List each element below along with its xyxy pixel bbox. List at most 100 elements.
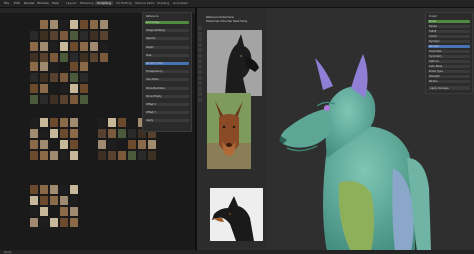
panel-row[interactable]: Brush Type bbox=[428, 70, 470, 73]
tool-shelf-icon[interactable] bbox=[198, 59, 202, 63]
reference-thumbnail[interactable] bbox=[50, 73, 58, 82]
tab-layout[interactable]: Layout bbox=[64, 1, 78, 5]
reference-thumbnail[interactable] bbox=[50, 151, 58, 160]
panel-row[interactable]: Symmetry bbox=[428, 55, 470, 58]
reference-thumbnail[interactable] bbox=[70, 84, 78, 93]
reference-thumbnail[interactable] bbox=[30, 31, 38, 40]
tool-shelf-icon[interactable] bbox=[198, 70, 202, 74]
tab-texture-paint[interactable]: Texture Paint bbox=[133, 1, 156, 5]
panel-row[interactable]: Falloff bbox=[428, 30, 470, 33]
reference-thumbnail[interactable] bbox=[30, 118, 38, 127]
reference-thumbnail[interactable] bbox=[108, 151, 116, 160]
reference-thumbnail[interactable] bbox=[70, 31, 78, 40]
reference-thumbnail[interactable] bbox=[40, 95, 48, 104]
tool-shelf-icon[interactable] bbox=[198, 42, 202, 47]
reference-thumbnail[interactable] bbox=[70, 196, 78, 205]
tab-sculpting[interactable]: Sculpting bbox=[95, 1, 114, 5]
tool-shelf-icon[interactable] bbox=[198, 26, 202, 30]
reference-thumbnail[interactable] bbox=[60, 129, 68, 138]
tool-shelf-icon[interactable] bbox=[198, 53, 202, 58]
panel-row[interactable]: Side bbox=[145, 53, 189, 57]
reference-thumbnail[interactable] bbox=[118, 129, 126, 138]
reference-photo-brown-dobermann[interactable] bbox=[207, 93, 251, 169]
reference-thumbnail[interactable] bbox=[70, 151, 78, 160]
tab-uv-editing[interactable]: UV Editing bbox=[114, 1, 134, 5]
reference-thumbnail[interactable] bbox=[40, 185, 48, 194]
reference-thumbnail[interactable] bbox=[60, 84, 68, 93]
reference-thumbnail[interactable] bbox=[60, 218, 68, 227]
reference-thumbnail[interactable] bbox=[40, 73, 48, 82]
reference-thumbnail[interactable] bbox=[60, 73, 68, 82]
reference-thumbnail[interactable] bbox=[40, 218, 48, 227]
reference-thumbnail[interactable] bbox=[50, 95, 58, 104]
reference-thumbnail[interactable] bbox=[50, 31, 58, 40]
panel-row[interactable]: Cursor bbox=[428, 35, 470, 38]
reference-thumbnail[interactable] bbox=[80, 84, 88, 93]
reference-thumbnail[interactable] bbox=[30, 185, 38, 194]
reference-thumbnail[interactable] bbox=[80, 31, 88, 40]
menu-file[interactable]: File bbox=[4, 1, 9, 5]
tool-shelf-icon[interactable] bbox=[198, 86, 202, 91]
reference-thumbnail[interactable] bbox=[50, 20, 58, 29]
reference-thumbnail[interactable] bbox=[148, 140, 156, 149]
reference-thumbnail[interactable] bbox=[60, 20, 68, 29]
reference-thumbnail[interactable] bbox=[50, 129, 58, 138]
reference-thumbnail[interactable] bbox=[60, 95, 68, 104]
tool-shelf-icon[interactable] bbox=[198, 64, 202, 69]
reference-thumbnail[interactable] bbox=[138, 151, 146, 160]
tab-modeling[interactable]: Modeling bbox=[78, 1, 96, 5]
reference-thumbnail[interactable] bbox=[50, 42, 58, 51]
tool-shelf-icon[interactable] bbox=[198, 37, 202, 41]
reference-thumbnail[interactable] bbox=[80, 62, 88, 71]
reference-thumbnail[interactable] bbox=[40, 53, 48, 62]
reference-thumbnail[interactable] bbox=[40, 62, 48, 71]
reference-thumbnail[interactable] bbox=[70, 20, 78, 29]
panel-row[interactable]: Options bbox=[428, 60, 470, 63]
panel-row[interactable]: Opacity bbox=[145, 37, 189, 41]
panel-row[interactable]: Apply bbox=[145, 119, 189, 123]
reference-thumbnail[interactable] bbox=[30, 151, 38, 160]
reference-thumbnail[interactable] bbox=[100, 53, 108, 62]
reference-photo-black-dobermann[interactable] bbox=[207, 30, 262, 96]
reference-thumbnail[interactable] bbox=[30, 95, 38, 104]
reference-thumbnail[interactable] bbox=[60, 185, 68, 194]
reference-thumbnail[interactable] bbox=[70, 118, 78, 127]
reference-thumbnail[interactable] bbox=[60, 140, 68, 149]
panel-row[interactable]: Voxel Size bbox=[428, 50, 470, 53]
panel-row[interactable]: Use Alpha bbox=[145, 78, 189, 82]
tool-shelf-icon[interactable] bbox=[198, 31, 202, 36]
reference-thumbnail[interactable] bbox=[138, 140, 146, 149]
reference-thumbnail[interactable] bbox=[40, 129, 48, 138]
reference-thumbnail[interactable] bbox=[40, 20, 48, 29]
tab-shading[interactable]: Shading bbox=[155, 1, 171, 5]
panel-row[interactable]: Dyntopo bbox=[428, 40, 470, 43]
reference-thumbnail[interactable] bbox=[128, 129, 136, 138]
menu-edit[interactable]: Edit bbox=[14, 1, 20, 5]
tool-shelf-icon[interactable] bbox=[198, 92, 202, 96]
panel-row[interactable]: Show Empty bbox=[145, 94, 189, 98]
reference-thumbnail[interactable] bbox=[40, 140, 48, 149]
panel-row[interactable]: Image Settings bbox=[145, 29, 189, 33]
reference-thumbnail[interactable] bbox=[60, 118, 68, 127]
reference-thumbnail[interactable] bbox=[80, 42, 88, 51]
reference-thumbnail[interactable] bbox=[60, 151, 68, 160]
reference-thumbnail[interactable] bbox=[30, 42, 38, 51]
reference-thumbnail[interactable] bbox=[90, 42, 98, 51]
menu-help[interactable]: Help bbox=[52, 1, 59, 5]
reference-thumbnail[interactable] bbox=[98, 140, 106, 149]
reference-thumbnail[interactable] bbox=[30, 129, 38, 138]
reference-thumbnail[interactable] bbox=[40, 196, 48, 205]
reference-thumbnail[interactable] bbox=[70, 185, 78, 194]
reference-thumbnail[interactable] bbox=[100, 31, 108, 40]
reference-thumbnail[interactable] bbox=[90, 31, 98, 40]
reference-thumbnail[interactable] bbox=[60, 207, 68, 216]
panel-row[interactable]: Stroke bbox=[428, 25, 470, 28]
reference-thumbnail[interactable] bbox=[30, 207, 38, 216]
reference-thumbnail[interactable] bbox=[70, 129, 78, 138]
tab-animation[interactable]: Animation bbox=[171, 1, 190, 5]
reference-thumbnail[interactable] bbox=[70, 53, 78, 62]
reference-thumbnail[interactable] bbox=[70, 140, 78, 149]
reference-thumbnail[interactable] bbox=[70, 73, 78, 82]
reference-thumbnail[interactable] bbox=[30, 196, 38, 205]
reference-thumbnail[interactable] bbox=[100, 42, 108, 51]
